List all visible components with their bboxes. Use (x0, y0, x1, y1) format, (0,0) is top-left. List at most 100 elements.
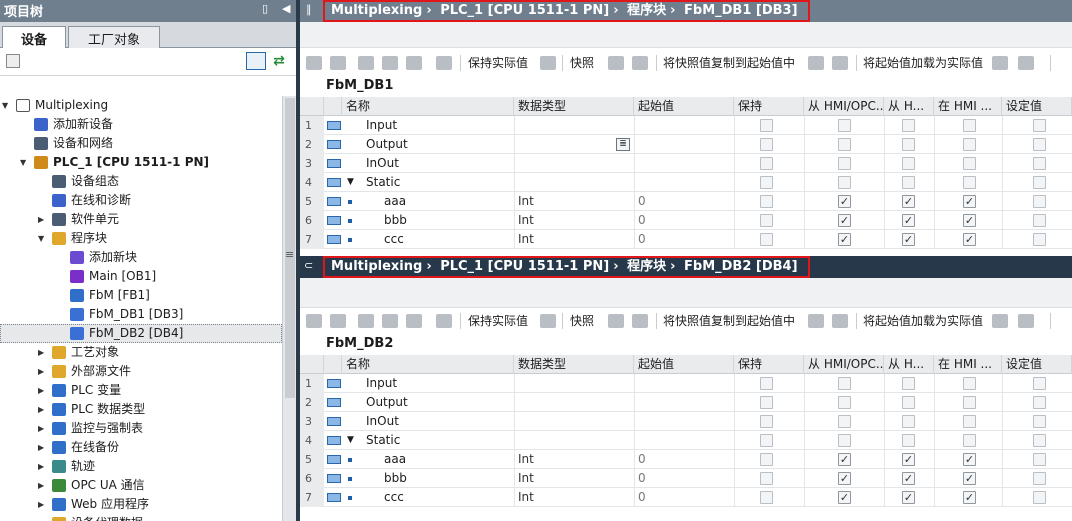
collapse-arrow-icon[interactable]: ▶ (38, 343, 48, 362)
expand-arrow-icon[interactable]: ▼ (2, 96, 12, 115)
copy-to-start-icon[interactable] (808, 314, 824, 328)
breadcrumb-project[interactable]: Multiplexing (331, 3, 422, 18)
checkbox-setpoint[interactable] (1033, 157, 1046, 170)
checkbox-hmi2[interactable]: ✓ (902, 233, 915, 246)
keep-actual-button[interactable]: 保持实际值 (468, 312, 528, 329)
load-actual-all-icon[interactable] (1018, 314, 1034, 328)
tree-item[interactable]: ▼ PLC_1 [CPU 1511-1 PN] (0, 153, 282, 172)
tab-factory-objects[interactable]: 工厂对象 (68, 26, 160, 48)
update-interface-icon[interactable] (382, 314, 398, 328)
checkbox-hmi2[interactable] (902, 396, 915, 409)
checkbox-retain[interactable] (760, 396, 773, 409)
tree-item[interactable]: ▶ 外部源文件 (0, 362, 282, 381)
checkbox-retain[interactable] (760, 472, 773, 485)
monitor-icon[interactable] (436, 314, 452, 328)
checkbox-setpoint[interactable] (1033, 453, 1046, 466)
refresh-icon[interactable]: ⇄ (270, 52, 288, 70)
checkbox-hmi3[interactable] (963, 396, 976, 409)
column-header[interactable]: 从 H... (884, 355, 934, 374)
snapshot-copy-icon[interactable] (632, 56, 648, 70)
checkbox-setpoint[interactable] (1033, 119, 1046, 132)
row-name[interactable]: Static (366, 173, 400, 192)
column-header[interactable]: 设定值 (1002, 355, 1072, 374)
collapse-arrow-icon[interactable]: ▶ (38, 362, 48, 381)
row-name[interactable]: Output (366, 393, 408, 412)
checkbox-hmi2[interactable] (902, 415, 915, 428)
checkbox-retain[interactable] (760, 157, 773, 170)
row-name[interactable]: aaa (384, 450, 406, 469)
checkbox-hmi2[interactable]: ✓ (902, 453, 915, 466)
collapse-arrow-icon[interactable]: ▶ (38, 514, 48, 521)
checkbox-hmi3[interactable]: ✓ (963, 233, 976, 246)
tree-item[interactable]: ▶ 软件单元 (0, 210, 282, 229)
table-row[interactable]: 4 ▼ Static (300, 431, 1072, 450)
tree-item[interactable]: ▶ PLC 变量 (0, 381, 282, 400)
tree-item[interactable]: FbM [FB1] (0, 286, 282, 305)
checkbox-hmi1[interactable] (838, 119, 851, 132)
expand-arrow-icon[interactable]: ▼ (347, 173, 354, 192)
tree-item[interactable]: ▶ PLC 数据类型 (0, 400, 282, 419)
checkbox-retain[interactable] (760, 138, 773, 151)
snapshot-icon[interactable] (608, 314, 624, 328)
checkbox-hmi2[interactable] (902, 138, 915, 151)
tree-item[interactable]: 设备组态 (0, 172, 282, 191)
checkbox-hmi3[interactable] (963, 176, 976, 189)
snapshot-button[interactable]: 快照 (570, 312, 594, 329)
row-start-value[interactable]: 0 (638, 488, 646, 507)
keep-actual-icon[interactable] (540, 314, 556, 328)
table-row[interactable]: 3 InOut (300, 412, 1072, 431)
row-name[interactable]: ccc (384, 230, 404, 249)
column-header[interactable]: 起始值 (634, 355, 734, 374)
row-name[interactable]: InOut (366, 154, 399, 173)
row-name[interactable]: bbb (384, 211, 407, 230)
checkbox-retain[interactable] (760, 119, 773, 132)
table-row[interactable]: 4 ▼ Static (300, 173, 1072, 192)
collapse-left-icon[interactable]: ◀ (282, 2, 290, 15)
checkbox-hmi1[interactable] (838, 396, 851, 409)
column-header[interactable]: 起始值 (634, 97, 734, 116)
expand-arrow-icon[interactable]: ▼ (20, 153, 30, 172)
column-header[interactable]: 从 HMI/OPC... (804, 355, 884, 374)
collapse-arrow-icon[interactable]: ▶ (38, 419, 48, 438)
tree-item[interactable]: 在线和诊断 (0, 191, 282, 210)
keep-actual-button[interactable]: 保持实际值 (468, 54, 528, 71)
pin-editor-icon[interactable]: ∥ (306, 3, 312, 16)
monitor-icon[interactable] (436, 56, 452, 70)
tree-item[interactable]: 添加新块 (0, 248, 282, 267)
tree-item[interactable]: ▶ 在线备份 (0, 438, 282, 457)
table-row[interactable]: 6 bbb Int 0 ✓ ✓ ✓ (300, 469, 1072, 488)
table-row[interactable]: 7 ccc Int 0 ✓ ✓ ✓ (300, 488, 1072, 507)
collapse-arrow-icon[interactable]: ▶ (38, 457, 48, 476)
checkbox-setpoint[interactable] (1033, 396, 1046, 409)
load-start-button[interactable]: 将起始值加载为实际值 (863, 312, 983, 329)
checkbox-setpoint[interactable] (1033, 377, 1046, 390)
table-row[interactable]: 1 Input (300, 116, 1072, 135)
checkbox-hmi1[interactable]: ✓ (838, 453, 851, 466)
checkbox-retain[interactable] (760, 176, 773, 189)
checkbox-setpoint[interactable] (1033, 138, 1046, 151)
copy-to-start-icon[interactable] (808, 56, 824, 70)
checkbox-hmi1[interactable]: ✓ (838, 195, 851, 208)
row-start-value[interactable]: 0 (638, 450, 646, 469)
checkbox-retain[interactable] (760, 377, 773, 390)
checkbox-hmi2[interactable]: ✓ (902, 214, 915, 227)
checkbox-retain[interactable] (760, 233, 773, 246)
table-row[interactable]: 6 bbb Int 0 ✓ ✓ ✓ (300, 211, 1072, 230)
reset-start-values-icon[interactable] (358, 56, 374, 70)
tree-item[interactable]: ▶ 设备代理数据 (0, 514, 282, 521)
tree-item[interactable]: ▶ Web 应用程序 (0, 495, 282, 514)
collapse-arrow-icon[interactable]: ▶ (38, 381, 48, 400)
checkbox-retain[interactable] (760, 491, 773, 504)
table-row[interactable]: 3 InOut (300, 154, 1072, 173)
checkbox-hmi2[interactable] (902, 377, 915, 390)
column-header[interactable]: 在 HMI ... (934, 355, 1002, 374)
row-start-value[interactable]: 0 (638, 230, 646, 249)
table-row[interactable]: 2 Output ≣ (300, 135, 1072, 154)
checkbox-hmi2[interactable] (902, 119, 915, 132)
list-view-icon[interactable] (246, 52, 266, 70)
row-start-value[interactable]: 0 (638, 192, 646, 211)
checkbox-hmi3[interactable] (963, 157, 976, 170)
checkbox-setpoint[interactable] (1033, 176, 1046, 189)
table-row[interactable]: 2 Output (300, 393, 1072, 412)
column-header[interactable]: 数据类型 (514, 97, 634, 116)
